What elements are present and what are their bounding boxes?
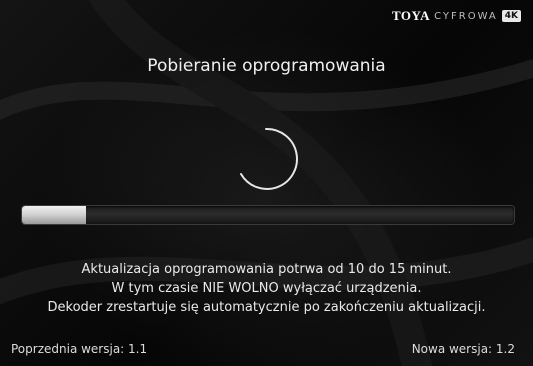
info-line-restart: Dekoder zrestartuje się automatycznie po… xyxy=(47,300,486,315)
progress-bar-fill xyxy=(22,206,86,224)
info-line-warning: W tym czasie NIE WOLNO wyłączać urządzen… xyxy=(111,281,422,296)
progress-bar xyxy=(22,206,514,224)
info-line-duration: Aktualizacja oprogramowania potrwa od 10… xyxy=(81,262,452,277)
info-text: Aktualizacja oprogramowania potrwa od 10… xyxy=(0,260,533,317)
page-title: Pobieranie oprogramowania xyxy=(147,56,386,76)
brand-logo-text: TOYA xyxy=(391,8,431,23)
previous-version-label: Poprzednia wersja: 1.1 xyxy=(11,342,148,356)
new-version-label: Nowa wersja: 1.2 xyxy=(411,342,515,356)
brand-4k-badge: 4K xyxy=(501,10,521,22)
brand-sub-text: CYFROWA xyxy=(434,10,498,22)
loading-spinner-icon xyxy=(240,127,298,190)
brand-logo: TOYA CYFROWA 4K xyxy=(392,8,521,24)
update-screen: TOYA CYFROWA 4K Pobieranie oprogramowani… xyxy=(0,0,533,366)
